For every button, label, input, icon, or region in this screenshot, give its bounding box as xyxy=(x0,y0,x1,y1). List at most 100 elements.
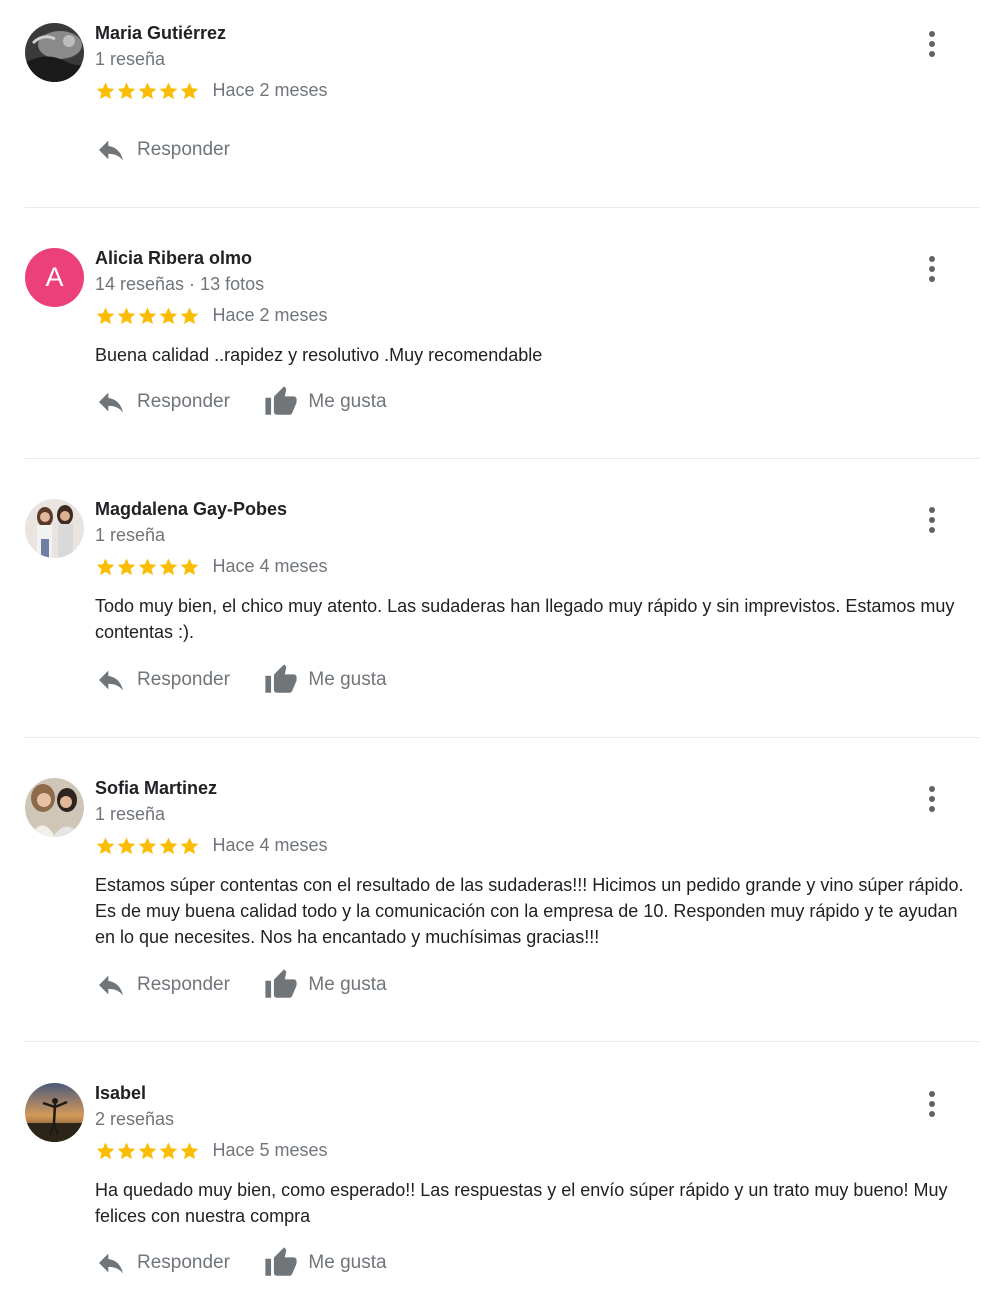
rating-row: Hace 2 meses xyxy=(95,305,328,329)
reply-label: Responder xyxy=(137,139,230,160)
like-button[interactable]: Me gusta xyxy=(264,1246,387,1280)
thumbs-up-icon xyxy=(264,663,298,697)
star-icon xyxy=(179,836,200,856)
star-icon xyxy=(95,1141,116,1161)
like-button[interactable]: Me gusta xyxy=(264,385,387,419)
star-icon xyxy=(95,836,116,856)
more-vert-icon xyxy=(920,784,944,814)
avatar-letter: A xyxy=(45,262,64,292)
star-icon xyxy=(116,836,137,856)
reviewer-name[interactable]: Alicia Ribera olmo xyxy=(95,248,252,269)
rating-row: Hace 4 meses xyxy=(95,556,328,580)
star-icon xyxy=(158,306,179,326)
divider xyxy=(25,737,980,738)
divider xyxy=(25,207,980,208)
avatar-photo xyxy=(25,23,84,82)
reply-label: Responder xyxy=(137,974,230,995)
divider xyxy=(25,1041,980,1042)
avatar-photo xyxy=(25,778,84,837)
star-icon xyxy=(137,306,158,326)
star-rating xyxy=(95,1141,200,1161)
star-icon xyxy=(116,557,137,577)
reviewer-avatar[interactable] xyxy=(25,23,84,82)
star-icon xyxy=(158,81,179,101)
review-text: Buena calidad ..rapidez y resolutivo .Mu… xyxy=(95,345,543,365)
review-text: Ha quedado muy bien, como esperado!! Las… xyxy=(95,1180,948,1226)
like-label: Me gusta xyxy=(308,669,387,690)
star-icon xyxy=(137,81,158,101)
reviewer-avatar[interactable] xyxy=(25,1083,84,1142)
star-rating xyxy=(95,306,200,326)
star-icon xyxy=(137,836,158,856)
review-actions: Responder Me gusta xyxy=(95,1246,387,1278)
rating-row: Hace 2 meses xyxy=(95,80,328,104)
reviews-list: Maria Gutiérrez 1 reseña Hace 2 meses Re… xyxy=(0,0,1000,1296)
star-icon xyxy=(95,81,116,101)
star-icon xyxy=(95,306,116,326)
reviewer-name[interactable]: Magdalena Gay-Pobes xyxy=(95,499,287,520)
reply-button[interactable]: Responder xyxy=(95,134,230,166)
reply-label: Responder xyxy=(137,1252,230,1273)
star-icon xyxy=(179,81,200,101)
more-options-button[interactable] xyxy=(920,254,944,284)
reply-button[interactable]: Responder xyxy=(95,969,230,1001)
more-vert-icon xyxy=(920,505,944,535)
review-actions: Responder xyxy=(95,134,230,166)
more-vert-icon xyxy=(920,29,944,59)
thumbs-up-icon xyxy=(264,385,298,419)
review-text: Estamos súper contentas con el resultado… xyxy=(95,875,964,947)
like-button[interactable]: Me gusta xyxy=(264,663,387,697)
reply-label: Responder xyxy=(137,391,230,412)
reviewer-avatar[interactable] xyxy=(25,499,84,558)
rating-row: Hace 5 meses xyxy=(95,1140,328,1164)
review-date: Hace 4 meses xyxy=(212,835,328,855)
review-actions: Responder Me gusta xyxy=(95,968,387,1000)
reviewer-name[interactable]: Sofia Martinez xyxy=(95,778,217,799)
rating-row: Hace 4 meses xyxy=(95,835,328,859)
reply-arrow-icon xyxy=(95,1247,127,1279)
reviewer-meta[interactable]: 1 reseña xyxy=(95,804,165,825)
review-date: Hace 2 meses xyxy=(212,305,328,325)
reviewer-meta[interactable]: 1 reseña xyxy=(95,525,165,546)
star-icon xyxy=(137,1141,158,1161)
more-options-button[interactable] xyxy=(920,1089,944,1119)
review-date: Hace 4 meses xyxy=(212,556,328,576)
star-icon xyxy=(116,306,137,326)
star-rating xyxy=(95,81,200,101)
star-icon xyxy=(158,557,179,577)
avatar-photo xyxy=(25,1083,84,1142)
reviewer-meta[interactable]: 14 reseñas · 13 fotos xyxy=(95,274,264,295)
like-button[interactable]: Me gusta xyxy=(264,968,387,1002)
reviewer-meta[interactable]: 1 reseña xyxy=(95,49,165,70)
more-vert-icon xyxy=(920,254,944,284)
reviewer-avatar[interactable] xyxy=(25,778,84,837)
reviewer-avatar[interactable]: A xyxy=(25,248,84,307)
star-icon xyxy=(179,1141,200,1161)
reply-button[interactable]: Responder xyxy=(95,386,230,418)
review-actions: Responder Me gusta xyxy=(95,385,387,417)
star-rating xyxy=(95,836,200,856)
star-icon xyxy=(179,557,200,577)
reply-button[interactable]: Responder xyxy=(95,664,230,696)
reviewer-meta[interactable]: 2 reseñas xyxy=(95,1109,174,1130)
reply-arrow-icon xyxy=(95,969,127,1001)
thumbs-up-icon xyxy=(264,1246,298,1280)
avatar-photo xyxy=(25,499,84,558)
more-options-button[interactable] xyxy=(920,29,944,59)
reviewer-name[interactable]: Maria Gutiérrez xyxy=(95,23,226,44)
more-vert-icon xyxy=(920,1089,944,1119)
review-actions: Responder Me gusta xyxy=(95,663,387,695)
star-icon xyxy=(158,1141,179,1161)
review-date: Hace 2 meses xyxy=(212,80,328,100)
more-options-button[interactable] xyxy=(920,505,944,535)
thumbs-up-icon xyxy=(264,968,298,1002)
star-icon xyxy=(116,81,137,101)
star-icon xyxy=(116,1141,137,1161)
reply-button[interactable]: Responder xyxy=(95,1247,230,1279)
divider xyxy=(25,458,980,459)
star-icon xyxy=(137,557,158,577)
more-options-button[interactable] xyxy=(920,784,944,814)
reviewer-name[interactable]: Isabel xyxy=(95,1083,146,1104)
like-label: Me gusta xyxy=(308,974,387,995)
like-label: Me gusta xyxy=(308,1252,387,1273)
